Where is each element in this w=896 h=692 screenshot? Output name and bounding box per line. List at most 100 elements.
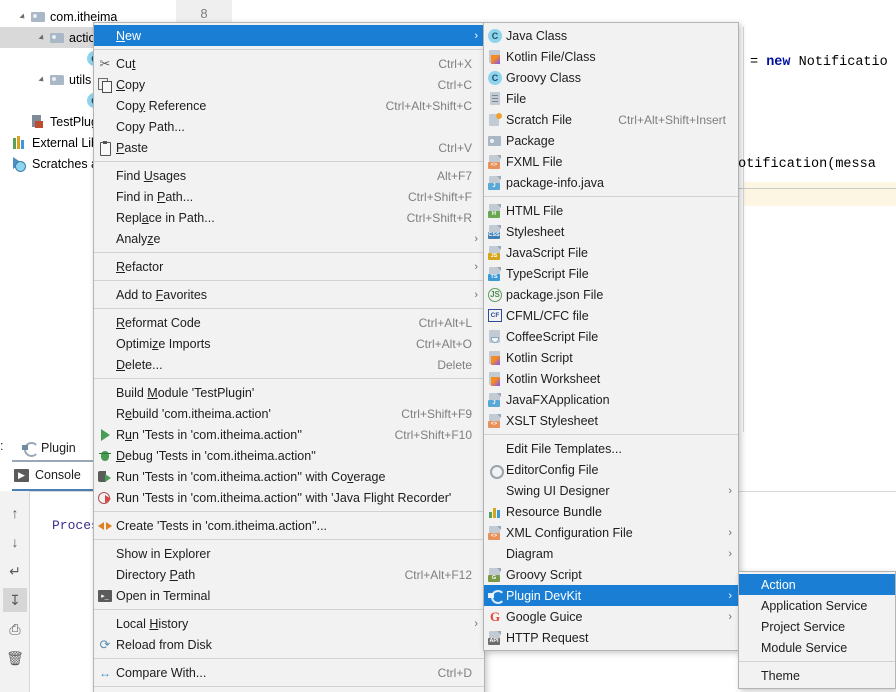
new-item-edit-file-templates[interactable]: Edit File Templates... xyxy=(484,438,738,459)
menu-item-cut[interactable]: ✂ Cut Ctrl+X xyxy=(94,53,484,74)
project-view-context-menu[interactable]: New › ✂ Cut Ctrl+X Copy Ctrl+C Copy Reference Ct… xyxy=(93,22,485,692)
menu-item-icon-slot: J xyxy=(484,392,506,407)
menu-item-run-with-coverage[interactable]: Run 'Tests in 'com.itheima.action'' with… xyxy=(94,466,484,487)
menu-item-analyze[interactable]: Analyze › xyxy=(94,228,484,249)
new-item-http-request[interactable]: API HTTP Request xyxy=(484,627,738,648)
menu-item-label: Show in Explorer xyxy=(116,546,211,561)
new-item-javafx-application[interactable]: J JavaFXApplication xyxy=(484,389,738,410)
menu-item-find-in-path[interactable]: Find in Path... Ctrl+Shift+F xyxy=(94,186,484,207)
scroll-to-end-button[interactable]: ↧ xyxy=(3,588,27,612)
menu-item-run-with-jfr[interactable]: Run 'Tests in 'com.itheima.action'' with… xyxy=(94,487,484,508)
new-item-scratch-file[interactable]: Scratch File Ctrl+Alt+Shift+Insert xyxy=(484,109,738,130)
new-item-kotlin-script[interactable]: Kotlin Script xyxy=(484,347,738,368)
new-item-groovy-script[interactable]: G Groovy Script xyxy=(484,564,738,585)
menu-item-copy-reference[interactable]: Copy Reference Ctrl+Alt+Shift+C xyxy=(94,95,484,116)
menu-item-build-module[interactable]: Build Module 'TestPlugin' xyxy=(94,382,484,403)
console-tab[interactable]: ▶ Console xyxy=(14,464,81,486)
new-submenu[interactable]: C Java Class Kotlin File/Class C Groovy Clas… xyxy=(483,22,739,651)
menu-item-show-in-explorer[interactable]: Show in Explorer xyxy=(94,543,484,564)
menu-item-local-history[interactable]: Local History › xyxy=(94,613,484,634)
menu-item-create-tests-config[interactable]: Create 'Tests in 'com.itheima.action''..… xyxy=(94,515,484,536)
menu-item-icon-slot xyxy=(484,91,506,106)
new-item-package-info[interactable]: Jpackage-info.java xyxy=(484,172,738,193)
new-item-swing-ui-designer[interactable]: Swing UI Designer › xyxy=(484,480,738,501)
new-item-xslt-stylesheet[interactable]: <> XSLT Stylesheet xyxy=(484,410,738,431)
soft-wrap-button[interactable]: ↵ xyxy=(3,559,27,583)
menu-item-label: Run 'Tests in 'com.itheima.action'' xyxy=(116,427,303,442)
code-keyword: new xyxy=(766,55,791,70)
code-editor[interactable]: = new Notificatio Notification(messa xyxy=(730,27,896,432)
menu-item-reformat-code[interactable]: Reformat Code Ctrl+Alt+L xyxy=(94,312,484,333)
new-item-google-guice[interactable]: G Google Guice › xyxy=(484,606,738,627)
menu-item-new[interactable]: New › xyxy=(94,25,484,46)
menu-item-find-usages[interactable]: Find Usages Alt+F7 xyxy=(94,165,484,186)
new-item-diagram[interactable]: Diagram › xyxy=(484,543,738,564)
new-item-fxml-file[interactable]: <> FXML File xyxy=(484,151,738,172)
devkit-item-action[interactable]: Action xyxy=(739,574,895,595)
new-item-groovy-class[interactable]: C Groovy Class xyxy=(484,67,738,88)
new-item-java-class[interactable]: C Java Class xyxy=(484,25,738,46)
new-item-xml-configuration-file[interactable]: <> XML Configuration File › xyxy=(484,522,738,543)
menu-item-delete[interactable]: Delete... Delete xyxy=(94,354,484,375)
menu-item-copy-path[interactable]: Copy Path... xyxy=(94,116,484,137)
menu-item-replace-in-path[interactable]: Replace in Path... Ctrl+Shift+R xyxy=(94,207,484,228)
menu-item-icon-slot: C xyxy=(484,28,506,43)
menu-item-icon-slot: ▸_ xyxy=(94,589,116,602)
menu-item-refactor[interactable]: Refactor › xyxy=(94,256,484,277)
new-item-coffeescript-file[interactable]: CoffeeScript File xyxy=(484,326,738,347)
new-item-typescript-file[interactable]: TS TypeScript File xyxy=(484,263,738,284)
menu-item-compare-with[interactable]: ↔ Compare With... Ctrl+D xyxy=(94,662,484,683)
new-item-html-file[interactable]: H HTML File xyxy=(484,200,738,221)
devkit-item-module-service[interactable]: Module Service xyxy=(739,637,895,658)
devkit-item-project-service[interactable]: Project Service xyxy=(739,616,895,637)
menu-item-optimize-imports[interactable]: Optimize Imports Ctrl+Alt+O xyxy=(94,333,484,354)
menu-item-label: package-info.java xyxy=(506,175,604,190)
menu-item-directory-path[interactable]: Directory Path Ctrl+Alt+F12 xyxy=(94,564,484,585)
menu-item-paste[interactable]: Paste Ctrl+V xyxy=(94,137,484,158)
new-item-file[interactable]: File xyxy=(484,88,738,109)
devkit-item-theme[interactable]: Theme xyxy=(739,665,895,686)
scroll-down-button[interactable]: ↓ xyxy=(3,530,27,554)
menu-item-icon-slot xyxy=(94,470,116,484)
chevron-down-icon[interactable] xyxy=(18,10,31,23)
new-item-stylesheet[interactable]: CSS Stylesheet xyxy=(484,221,738,242)
menu-item-icon-slot: G xyxy=(484,609,506,624)
menu-item-icon-slot: CSS xyxy=(484,224,506,239)
menu-item-add-to-favorites[interactable]: Add to Favorites › xyxy=(94,284,484,305)
chevron-right-icon: › xyxy=(474,29,478,42)
coffeescript-icon xyxy=(488,329,502,344)
menu-item-shortcut: Ctrl+Shift+R xyxy=(406,210,472,225)
new-item-cfml-cfc-file[interactable]: CF CFML/CFC file xyxy=(484,305,738,326)
new-item-kotlin-worksheet[interactable]: Kotlin Worksheet xyxy=(484,368,738,389)
new-item-kotlin-file-class[interactable]: Kotlin File/Class xyxy=(484,46,738,67)
menu-item-copy[interactable]: Copy Ctrl+C xyxy=(94,74,484,95)
menu-item-reload-from-disk[interactable]: ⟳ Reload from Disk xyxy=(94,634,484,655)
new-item-editorconfig-file[interactable]: EditorConfig File xyxy=(484,459,738,480)
menu-item-debug-tests[interactable]: Debug 'Tests in 'com.itheima.action'' xyxy=(94,445,484,466)
ts-file-icon: TS xyxy=(488,266,502,281)
clear-all-button[interactable]: 🗑 xyxy=(3,646,27,670)
new-item-javascript-file[interactable]: JS JavaScript File xyxy=(484,242,738,263)
tool-window-tab-plugin[interactable]: Plugin xyxy=(22,436,76,460)
new-item-resource-bundle[interactable]: Resource Bundle xyxy=(484,501,738,522)
new-item-package-json-file[interactable]: JS package.json File xyxy=(484,284,738,305)
chevron-down-icon[interactable] xyxy=(37,31,50,44)
menu-item-label: Copy Path... xyxy=(116,119,185,134)
scroll-up-button[interactable]: ↑ xyxy=(3,501,27,525)
new-item-package[interactable]: Package xyxy=(484,130,738,151)
print-button[interactable]: ⎙ xyxy=(3,617,27,641)
new-item-plugin-devkit[interactable]: Plugin DevKit › xyxy=(484,585,738,606)
menu-item-run-tests[interactable]: Run 'Tests in 'com.itheima.action'' Ctrl+… xyxy=(94,424,484,445)
menu-item-label: Kotlin File/Class xyxy=(506,49,596,64)
chevron-down-icon[interactable] xyxy=(37,73,50,86)
plugin-devkit-submenu[interactable]: Action Application Service Project Service… xyxy=(738,571,896,689)
devkit-item-application-service[interactable]: Application Service xyxy=(739,595,895,616)
editor-splitter xyxy=(728,188,896,189)
menu-separator xyxy=(739,661,895,662)
menu-item-icon-slot: JS xyxy=(484,245,506,260)
folder-icon xyxy=(50,31,65,44)
folder-icon xyxy=(50,73,65,86)
menu-item-open-in-terminal[interactable]: ▸_ Open in Terminal xyxy=(94,585,484,606)
menu-item-label: XML Configuration File xyxy=(506,525,633,540)
menu-item-rebuild[interactable]: Rebuild 'com.itheima.action' Ctrl+Shift+F… xyxy=(94,403,484,424)
